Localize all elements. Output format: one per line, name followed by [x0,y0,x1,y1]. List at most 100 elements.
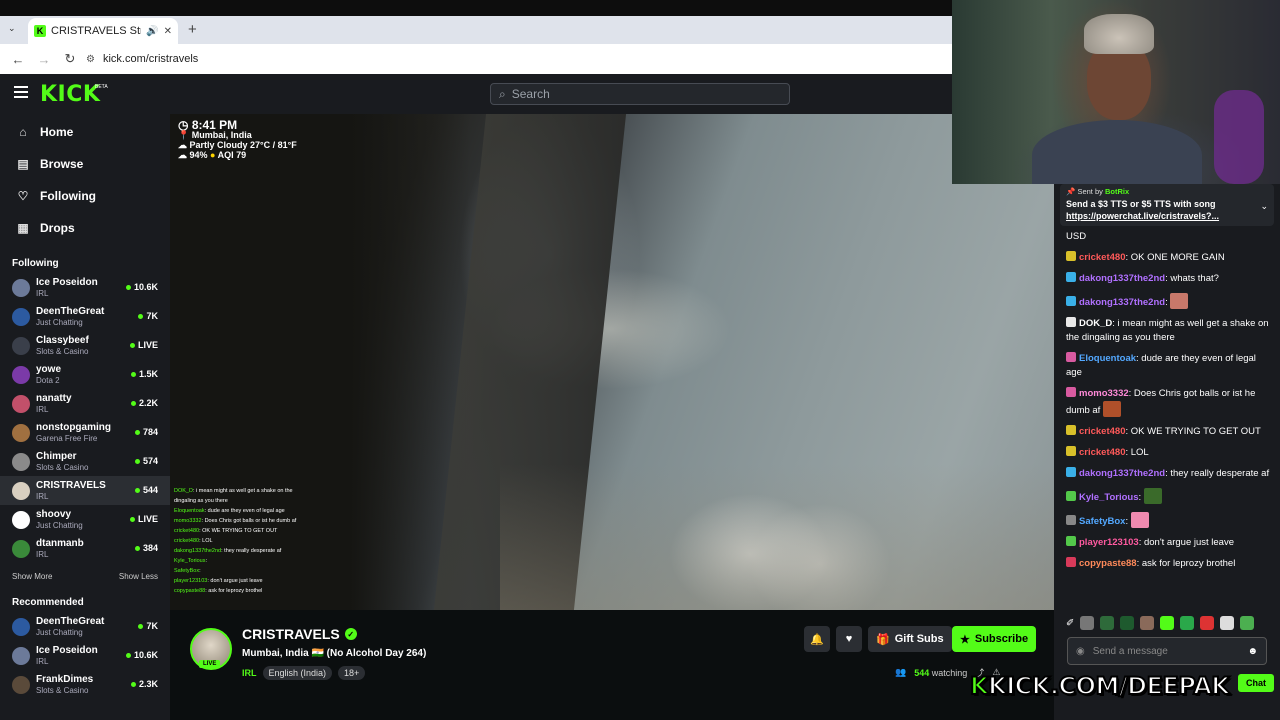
sidebar-channel[interactable]: FrankDimes Slots & Casino 2.3K [0,670,170,699]
streamer-name[interactable]: CRISTRAVELS [242,626,340,642]
chat-username[interactable]: dakong1337the2nd [1079,273,1165,284]
pinned-link[interactable]: https://powerchat.live/cristravels?... [1066,210,1268,222]
live-dot-icon [138,623,144,629]
emote-icon[interactable] [1120,616,1135,630]
emote-icon[interactable] [1100,616,1115,630]
show-more-button[interactable]: Show More [12,572,52,581]
chat-username[interactable]: DOK_D [1079,318,1112,329]
tag-language[interactable]: English (India) [262,666,333,680]
bell-icon: 🔔 [810,633,824,646]
chat-send-button[interactable]: Chat [1238,674,1274,692]
tag-mature[interactable]: 18+ [338,666,366,680]
home-icon: ⌂ [19,125,27,139]
sidebar-item-home[interactable]: ⌂ Home [0,116,170,148]
chat-input[interactable]: ◉ Send a message ☻ [1067,637,1267,665]
sidebar-item-drops[interactable]: ▦ Drops [0,212,170,244]
back-icon[interactable]: ← [10,52,26,67]
sidebar-channel[interactable]: Ice Poseidon IRL 10.6K [0,641,170,670]
chat-username[interactable]: player123103 [1079,537,1139,548]
chat-text: : OK ONE MORE GAIN [1125,252,1225,263]
chat-message: SafetyBox: [1066,512,1272,529]
sidebar-channel[interactable]: DeenTheGreat Just Chatting 7K [0,612,170,641]
follow-heart-button[interactable]: ♥ [836,626,862,652]
badge-icon [1066,491,1076,501]
pinned-message[interactable]: 📌 Sent by BotRix Send a $3 TTS or $5 TTS… [1060,184,1274,226]
chat-username[interactable]: dakong1337the2nd [1079,297,1165,308]
sidebar-channel[interactable]: yowe Dota 2 1.5K [0,360,170,389]
menu-icon[interactable] [14,86,28,98]
chevron-down-icon[interactable]: ⌄ [1260,200,1268,212]
chat-username[interactable]: Kyle_Torious [1079,492,1138,503]
kick-logo[interactable]: KICK [40,82,100,107]
site-info-icon[interactable]: ⚙ [86,54,95,65]
sidebar-channel[interactable]: dtanmanb IRL 384 [0,534,170,563]
show-less-button[interactable]: Show Less [119,572,158,581]
new-tab-icon[interactable]: + [188,21,197,38]
browser-tab[interactable]: K CRISTRAVELS Stream - Watc 🔊 ✕ [28,18,178,44]
sidebar-channel[interactable]: shoovy Just Chatting LIVE [0,505,170,534]
chat-username[interactable]: momo3332 [1079,388,1129,399]
sidebar-channel[interactable]: nonstopgaming Garena Free Fire 784 [0,418,170,447]
sidebar-channel[interactable]: DeenTheGreat Just Chatting 7K [0,302,170,331]
watermark-text: KICK.COM/DEEPAK [987,671,1231,701]
chat-username[interactable]: dakong1337the2nd [1079,468,1165,479]
chat-username[interactable]: Eloquentoak [1079,353,1136,364]
smile-icon[interactable]: ☻ [1247,646,1258,657]
overlay-humidity-aqi: ☁ 94% ● AQI 79 [178,150,247,160]
sidebar-item-browse[interactable]: ▤ Browse [0,148,170,180]
sidebar-channel[interactable]: CRISTRAVELS IRL 544 [0,476,170,505]
channel-viewers: 7K [138,311,158,321]
emote-icon[interactable] [1180,616,1195,630]
category-link[interactable]: IRL [242,668,257,678]
chat-username[interactable]: cricket480 [1079,447,1125,458]
channel-viewers: 10.6K [125,650,158,660]
chat-text: : ask for leprozy brothel [1136,558,1236,569]
browser-tab-bar: ⌄ K CRISTRAVELS Stream - Watc 🔊 ✕ + [0,16,952,44]
pin-icon[interactable]: ✐ [1066,618,1074,629]
url-field[interactable]: ⚙ kick.com/cristravels [82,48,942,70]
reload-icon[interactable]: ↻ [62,51,78,67]
emote-icon[interactable] [1220,616,1235,630]
live-dot-icon [129,516,135,522]
cam-person-shirt [1032,120,1202,184]
search-input[interactable]: ⌕ Search [490,83,790,105]
emote-icon[interactable] [1080,616,1095,630]
sidebar-item-label: Following [40,189,96,203]
sidebar-item-following[interactable]: ♡ Following [0,180,170,212]
sidebar-channel[interactable]: Ice Poseidon IRL 10.6K [0,273,170,302]
video-player[interactable]: ◷ 8:41 PM 📍 Mumbai, India ☁ Partly Cloud… [170,114,1054,610]
sidebar-channel[interactable]: Classybeef Slots & Casino LIVE [0,331,170,360]
gift-subs-button[interactable]: 🎁 Gift Subs [868,626,952,652]
emote-icon[interactable] [1240,616,1255,630]
emote-icon[interactable] [1140,616,1155,630]
emote-picker-icon[interactable]: ◉ [1076,646,1085,657]
live-badge: LIVE [199,660,221,668]
notification-bell-button[interactable]: 🔔 [804,626,830,652]
chat-panel: 📌 Sent by BotRix Send a $3 TTS or $5 TTS… [1054,184,1280,720]
chat-message: cricket480: LOL [1066,446,1272,460]
avatar [12,394,30,413]
subscribe-button[interactable]: ★ Subscribe [952,626,1037,652]
chat-message: cricket480: OK WE TRYING TO GET OUT [1066,425,1272,439]
pinned-text: Send a $3 TTS or $5 TTS with song [1066,199,1216,209]
forward-icon[interactable]: → [36,52,52,67]
tab-title: CRISTRAVELS Stream - Watc [51,25,141,37]
chat-username[interactable]: cricket480 [1079,252,1125,263]
sidebar-channel[interactable]: Chimper Slots & Casino 574 [0,447,170,476]
channel-viewers: 7K [138,621,158,631]
emote-icon[interactable] [1160,616,1175,630]
site-header: KICK BETA ⌕ Search [0,74,952,114]
following-list: Ice Poseidon IRL 10.6K DeenTheGreat Just Cha… [0,273,170,563]
live-dot-icon [129,342,135,348]
gift-icon: 🎁 [876,633,890,646]
chat-username[interactable]: copypaste88 [1079,558,1137,569]
emote-icon[interactable] [1200,616,1215,630]
close-tab-icon[interactable]: ✕ [164,26,172,37]
tab-list-chevron-icon[interactable]: ⌄ [8,23,16,34]
chat-message: Kyle_Torious: [1066,488,1272,505]
audio-icon[interactable]: 🔊 [146,26,158,37]
sidebar-channel[interactable]: nanatty IRL 2.2K [0,389,170,418]
chat-text: : [1125,516,1129,527]
chat-username[interactable]: cricket480 [1079,426,1125,437]
chat-username[interactable]: SafetyBox [1079,516,1125,527]
